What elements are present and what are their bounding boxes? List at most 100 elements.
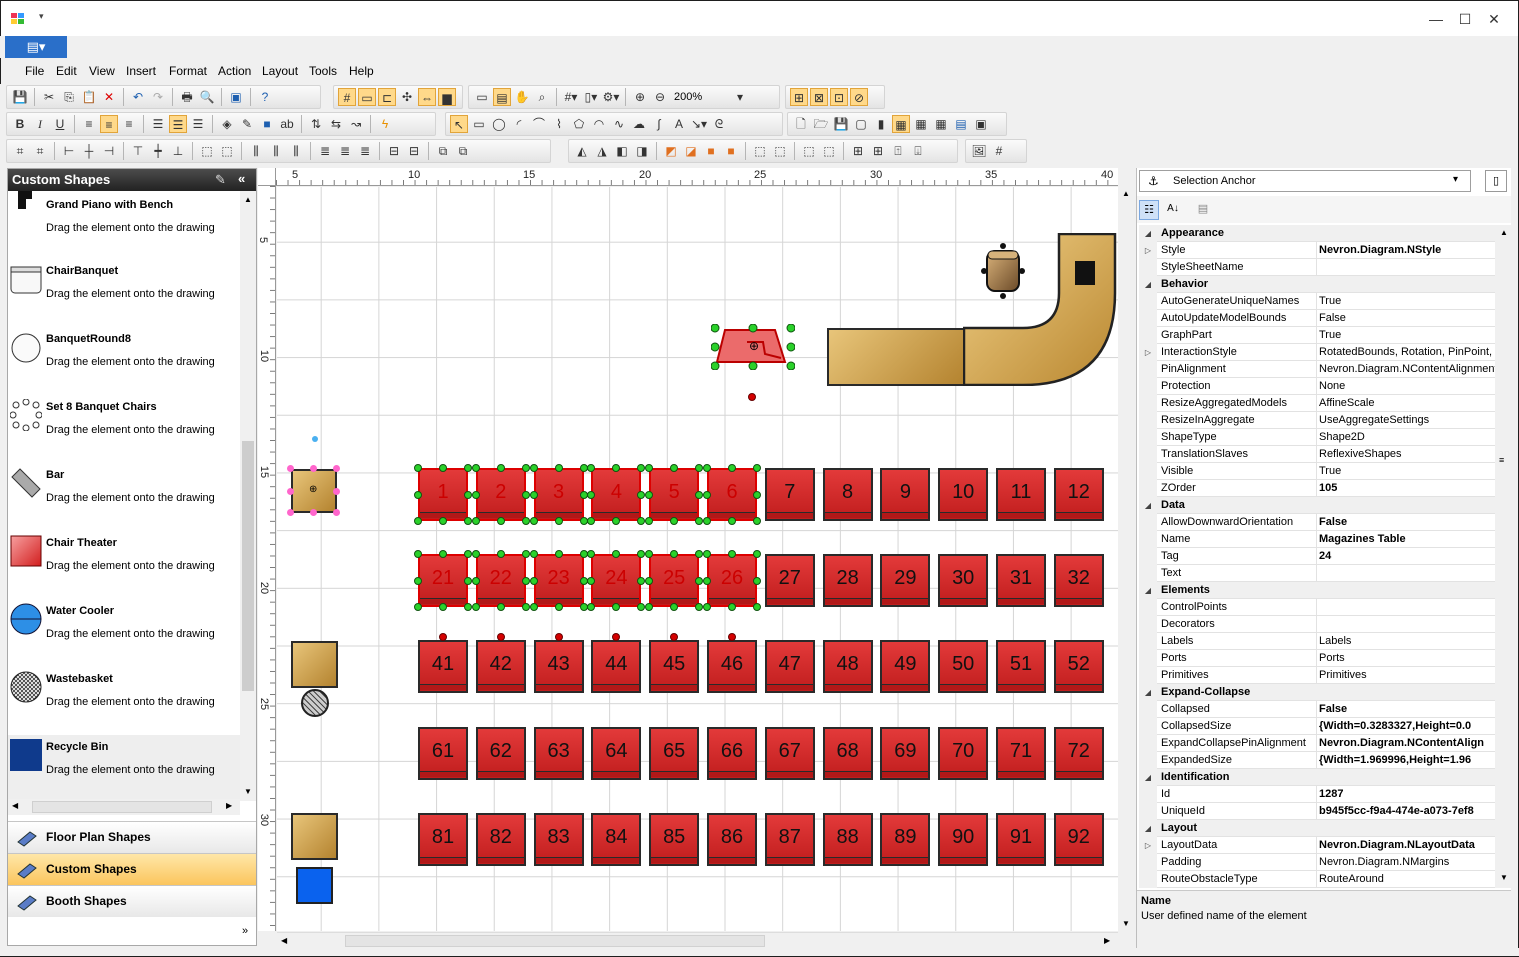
- spacing-increase-icon[interactable]: ⫼: [267, 142, 285, 160]
- property-row[interactable]: Text: [1139, 565, 1495, 582]
- property-grid-scrollbar[interactable]: ▲ ≡ ▼: [1495, 225, 1512, 888]
- scroll-left-arrow-icon[interactable]: ◀: [281, 936, 287, 945]
- selection-handle[interactable]: [521, 517, 530, 525]
- shape-item-banquet-chairs[interactable]: Set 8 Banquet Chairs Drag the element on…: [8, 395, 240, 463]
- bridges-icon[interactable]: ⊡: [830, 88, 848, 106]
- selection-handle[interactable]: [728, 550, 736, 558]
- lasso-tool-icon[interactable]: ᘓ: [710, 115, 728, 133]
- shape-item-recycle-bin[interactable]: Recycle Bin Drag the element onto the dr…: [8, 735, 240, 801]
- selection-handle[interactable]: [703, 577, 711, 585]
- seat[interactable]: 89: [880, 813, 931, 866]
- rotation-handle[interactable]: [312, 436, 318, 442]
- seat[interactable]: 64: [591, 727, 642, 780]
- category-custom-shapes[interactable]: Custom Shapes: [8, 853, 256, 885]
- seat[interactable]: 62: [475, 727, 526, 780]
- property-category[interactable]: ◢ Behavior: [1139, 276, 1495, 293]
- text-tool-icon[interactable]: A: [670, 115, 688, 133]
- group-icon[interactable]: ⌗: [11, 142, 29, 160]
- selection-handle[interactable]: [728, 603, 736, 611]
- property-row[interactable]: Tag 24: [1139, 548, 1495, 565]
- selection-handle[interactable]: [464, 517, 472, 525]
- magazines-table[interactable]: ⊕: [291, 469, 337, 513]
- minimize-button[interactable]: —: [1426, 9, 1446, 29]
- property-row[interactable]: AllowDownwardOrientation False: [1139, 514, 1495, 531]
- property-value[interactable]: Labels: [1319, 635, 1495, 647]
- flip-icon[interactable]: ◧: [613, 142, 631, 160]
- layout-tree-icon[interactable]: ⊞: [869, 142, 887, 160]
- group-shapes-icon[interactable]: ⬚: [751, 142, 769, 160]
- copy-icon[interactable]: ⎘: [60, 88, 78, 106]
- selection-handle[interactable]: [637, 464, 646, 472]
- shape-item-chair-banquet[interactable]: ChairBanquet Drag the element onto the d…: [8, 259, 240, 327]
- align-middles-icon[interactable]: ┿: [149, 142, 167, 160]
- selection-handle[interactable]: [703, 550, 711, 558]
- property-row[interactable]: Decorators: [1139, 616, 1495, 633]
- property-row[interactable]: ResizeAggregatedModels AffineScale: [1139, 395, 1495, 412]
- selection-handle[interactable]: [496, 550, 505, 558]
- seat[interactable]: 49: [880, 640, 931, 693]
- seat[interactable]: 50: [938, 640, 989, 693]
- grid-options-icon[interactable]: #▾: [562, 88, 580, 106]
- seat[interactable]: 22: [475, 554, 526, 607]
- seat[interactable]: 32: [1053, 554, 1104, 607]
- seat[interactable]: 21: [418, 554, 468, 607]
- selection-handle[interactable]: [695, 517, 704, 525]
- scroll-down-arrow-icon[interactable]: ▼: [244, 787, 252, 796]
- selection-handle[interactable]: [703, 491, 711, 499]
- center-horizontally-icon[interactable]: ⊟: [385, 142, 403, 160]
- rotation-handle[interactable]: [439, 633, 447, 641]
- zoom-level-dropdown[interactable]: 200%: [671, 91, 729, 103]
- paste-icon[interactable]: 📋: [80, 88, 98, 106]
- ungroup-icon[interactable]: ⌗: [31, 142, 49, 160]
- selection-handle[interactable]: [612, 517, 621, 525]
- seat[interactable]: 61: [418, 727, 468, 780]
- selection-handle[interactable]: [579, 550, 588, 558]
- selection-handle[interactable]: [579, 491, 588, 499]
- selection-handle[interactable]: [333, 509, 340, 516]
- selection-handle[interactable]: [554, 464, 563, 472]
- property-row[interactable]: ControlPoints: [1139, 599, 1495, 616]
- grid-icon[interactable]: #: [338, 88, 356, 106]
- action-lightning-icon[interactable]: ϟ: [376, 115, 394, 133]
- selection-handle[interactable]: [728, 517, 736, 525]
- property-category[interactable]: ◢ Expand-Collapse: [1139, 684, 1495, 701]
- property-row[interactable]: Collapsed False: [1139, 701, 1495, 718]
- property-row[interactable]: Labels Labels: [1139, 633, 1495, 650]
- ungroup-shapes-icon[interactable]: ⬚: [771, 142, 789, 160]
- selection-handle[interactable]: [529, 577, 538, 585]
- layout-panel-icon[interactable]: ▣: [972, 115, 990, 133]
- collapse-triangle-icon[interactable]: ◢: [1139, 769, 1157, 786]
- quick-access-dropdown-icon[interactable]: ▾: [39, 11, 44, 22]
- bar-stool[interactable]: [981, 243, 1025, 299]
- hscroll-thumb[interactable]: [345, 935, 765, 947]
- property-row[interactable]: Name Magazines Table: [1139, 531, 1495, 548]
- selection-handle[interactable]: [579, 603, 588, 611]
- shape-item-chair-theater[interactable]: Chair Theater Drag the element onto the …: [8, 531, 240, 599]
- canvas-hscrollbar[interactable]: ◀ ▶: [277, 932, 1118, 948]
- selection-handle[interactable]: [521, 603, 530, 611]
- property-value[interactable]: False: [1319, 516, 1495, 528]
- selection-handle[interactable]: [728, 464, 736, 472]
- property-value[interactable]: RouteAround: [1319, 873, 1495, 885]
- seat[interactable]: 87: [764, 813, 815, 866]
- open-folder-icon[interactable]: 🗁: [812, 115, 830, 133]
- image-icon[interactable]: 🖼: [970, 142, 988, 160]
- property-row[interactable]: Ports Ports: [1139, 650, 1495, 667]
- shape-list-hscrollbar[interactable]: ◀ ▶: [8, 799, 240, 815]
- side-table[interactable]: [291, 641, 338, 688]
- seat[interactable]: 25: [649, 554, 700, 607]
- print-preview-icon[interactable]: 🔍: [198, 88, 216, 106]
- route-icon[interactable]: ↝: [347, 115, 365, 133]
- seat[interactable]: 91: [996, 813, 1046, 866]
- layout-down-icon[interactable]: ⍗: [909, 142, 927, 160]
- selection-handle[interactable]: [753, 603, 761, 611]
- property-value[interactable]: None: [1319, 380, 1495, 392]
- property-row[interactable]: Visible True: [1139, 463, 1495, 480]
- zoom-out-icon[interactable]: ⊖: [651, 88, 669, 106]
- back-icon[interactable]: ■: [722, 142, 740, 160]
- shadow-icon[interactable]: ▆: [438, 88, 456, 106]
- same-height-icon[interactable]: ⬚: [218, 142, 236, 160]
- selection-handle[interactable]: [464, 603, 472, 611]
- property-row[interactable]: Id 1287: [1139, 786, 1495, 803]
- seat[interactable]: 41: [418, 640, 468, 693]
